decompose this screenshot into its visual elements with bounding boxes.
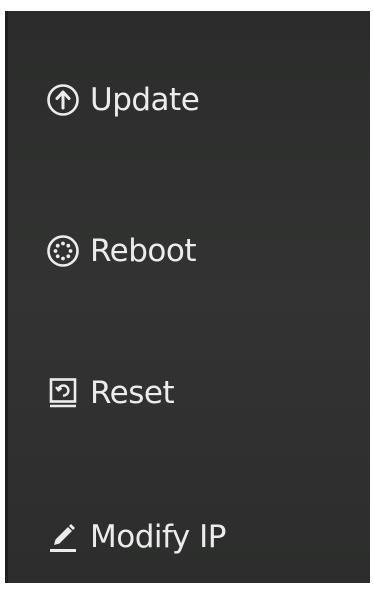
pencil-icon	[46, 520, 80, 554]
menu-item-modify-ip-label: Modify IP	[90, 518, 226, 555]
system-menu: Update Reboot Reset Modify IP	[8, 11, 370, 583]
menu-item-update-label: Update	[90, 81, 200, 118]
menu-item-reset-label: Reset	[90, 374, 175, 411]
reset-icon	[46, 376, 80, 410]
menu-item-modify-ip[interactable]: Modify IP	[46, 509, 226, 565]
arrow-up-circle-icon	[46, 83, 80, 117]
menu-item-update[interactable]: Update	[46, 72, 200, 128]
reboot-circle-icon	[46, 234, 80, 268]
menu-item-reboot-label: Reboot	[90, 232, 196, 269]
menu-item-reboot[interactable]: Reboot	[46, 223, 196, 279]
menu-item-reset[interactable]: Reset	[46, 365, 175, 421]
system-menu-panel: Update Reboot Reset Modify IP	[5, 11, 370, 583]
screenshot-frame: Update Reboot Reset Modify IP	[0, 0, 373, 593]
